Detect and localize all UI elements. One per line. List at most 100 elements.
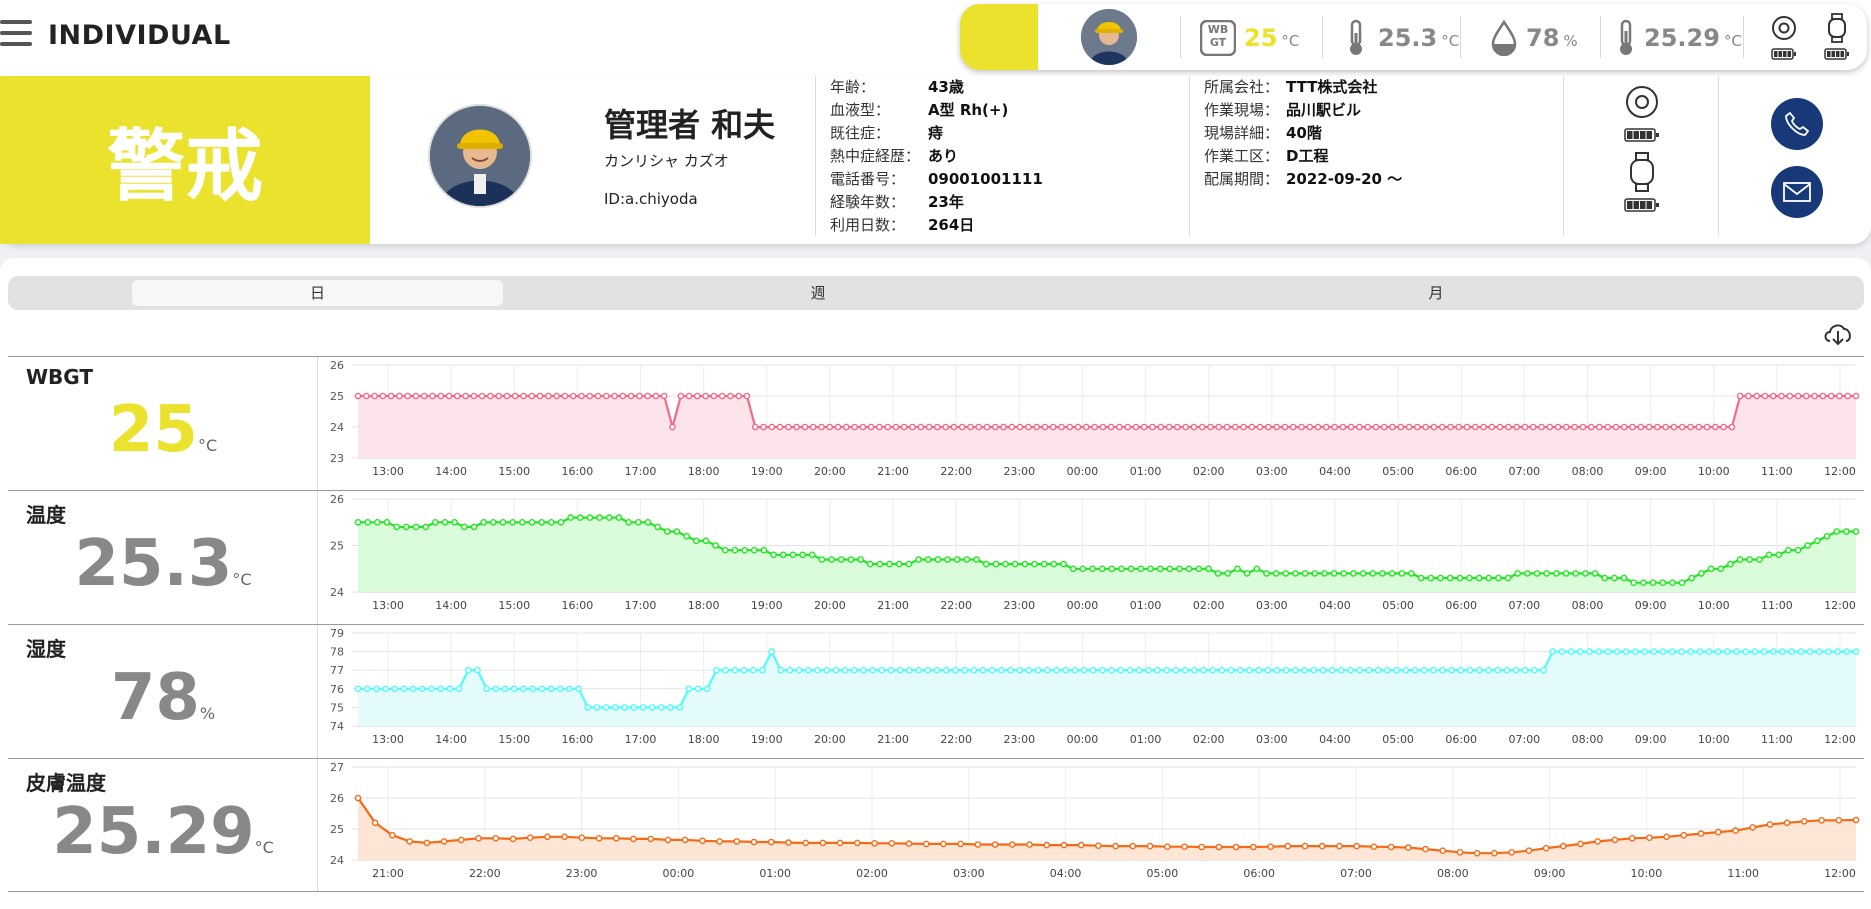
data-point: [1525, 847, 1533, 854]
call-button[interactable]: [1771, 98, 1823, 150]
x-tick-label: 09:00: [1534, 867, 1566, 880]
personal-info-value: 264日: [928, 216, 975, 234]
data-point: [1273, 423, 1281, 431]
data-point: [1195, 565, 1203, 573]
x-tick-label: 13:00: [372, 465, 404, 478]
data-point: [575, 685, 582, 693]
data-point: [1146, 842, 1154, 850]
data-point: [1714, 648, 1722, 655]
data-point: [802, 839, 810, 847]
data-point: [1621, 423, 1628, 431]
data-point: [702, 392, 709, 400]
data-point: [1611, 574, 1618, 582]
data-point: [396, 392, 403, 400]
data-point: [1040, 560, 1048, 568]
data-point: [1116, 423, 1123, 431]
data-point: [925, 423, 933, 431]
data-point: [387, 392, 395, 400]
data-point: [1680, 831, 1688, 839]
data-point: [1016, 423, 1024, 431]
y-tick-label: 79: [330, 627, 344, 640]
data-point: [1560, 842, 1567, 850]
data-point: [1852, 648, 1860, 655]
y-tick-label: 24: [330, 421, 344, 434]
separator: [1563, 76, 1564, 236]
separator: [815, 76, 816, 236]
data-point: [713, 666, 720, 674]
data-point: [1558, 648, 1566, 655]
tab-day[interactable]: 日: [132, 280, 503, 306]
worker-id: ID:a.chiyoda: [604, 190, 698, 208]
data-point: [561, 392, 569, 400]
tab-month[interactable]: 月: [1376, 280, 1496, 306]
x-tick-label: 07:00: [1340, 867, 1372, 880]
data-point: [578, 392, 585, 400]
x-tick-label: 19:00: [751, 599, 783, 612]
data-point: [1630, 579, 1637, 586]
x-tick-label: 08:00: [1437, 867, 1469, 880]
hamburger-menu-icon[interactable]: [0, 20, 32, 52]
data-point: [1622, 648, 1630, 655]
personal-info-value: 痔: [928, 124, 944, 142]
data-point: [544, 833, 551, 841]
data-point: [1852, 392, 1860, 400]
page-title: INDIVIDUAL: [48, 20, 231, 51]
data-point: [1246, 666, 1253, 674]
data-point: [363, 685, 371, 693]
data-point: [584, 704, 592, 711]
x-tick-label: 11:00: [1761, 599, 1793, 612]
data-point: [511, 392, 519, 400]
data-point: [786, 666, 794, 674]
data-point: [1008, 423, 1016, 431]
cloud-download-icon[interactable]: [1822, 320, 1854, 346]
history-card: 日 週 月 WBGT 25°C 23 24 25 26 13:00 14:00 15:00 1…: [0, 258, 1871, 909]
data-point: [1000, 423, 1007, 431]
data-point: [992, 423, 999, 431]
data-point: [1819, 392, 1827, 400]
data-point: [520, 685, 527, 693]
data-point: [887, 666, 895, 674]
x-tick-label: 20:00: [814, 465, 846, 478]
data-point: [1330, 570, 1338, 577]
data-point: [950, 423, 958, 431]
data-point: [991, 841, 999, 848]
wbgt-unit: °C: [1281, 32, 1300, 50]
data-point: [1678, 648, 1685, 655]
data-point: [1079, 565, 1087, 573]
work-info-row: 作業現場： 品川駅ビル: [1204, 99, 1402, 122]
data-point: [455, 685, 463, 693]
data-point: [400, 685, 408, 693]
data-point: [1746, 556, 1753, 563]
data-point: [556, 685, 564, 693]
data-point: [731, 666, 739, 674]
x-tick-label: 16:00: [562, 599, 594, 612]
data-point: [876, 423, 883, 431]
data-point: [836, 839, 844, 847]
x-tick-label: 04:00: [1050, 867, 1082, 880]
data-point: [363, 392, 370, 400]
data-point: [944, 556, 951, 563]
data-point: [958, 423, 966, 431]
data-point: [1844, 392, 1851, 400]
data-point: [1154, 666, 1161, 674]
data-point: [663, 528, 671, 535]
humidity-unit: %: [1563, 32, 1578, 50]
data-point: [509, 835, 517, 843]
x-tick-label: 23:00: [1003, 465, 1035, 478]
data-point: [612, 835, 620, 842]
mail-button[interactable]: [1771, 166, 1823, 218]
work-info-row: 作業工区： D工程: [1204, 145, 1402, 168]
x-tick-label: 02:00: [1193, 733, 1225, 746]
data-point: [1766, 821, 1774, 828]
x-tick-label: 18:00: [688, 599, 720, 612]
data-point: [1562, 570, 1570, 577]
data-point: [1628, 835, 1636, 842]
skin-temperature-unit: °C: [1723, 32, 1742, 50]
data-point: [673, 528, 681, 535]
data-point: [420, 392, 428, 400]
y-tick-label: 78: [330, 646, 344, 659]
data-point: [735, 392, 743, 400]
tab-week[interactable]: 週: [758, 280, 878, 306]
x-tick-label: 16:00: [562, 465, 594, 478]
worker-profile: 警戒 管理者 和夫 カンリシャ カズオ ID:a.chiyoda 年齢： 43歳血…: [0, 76, 1871, 244]
